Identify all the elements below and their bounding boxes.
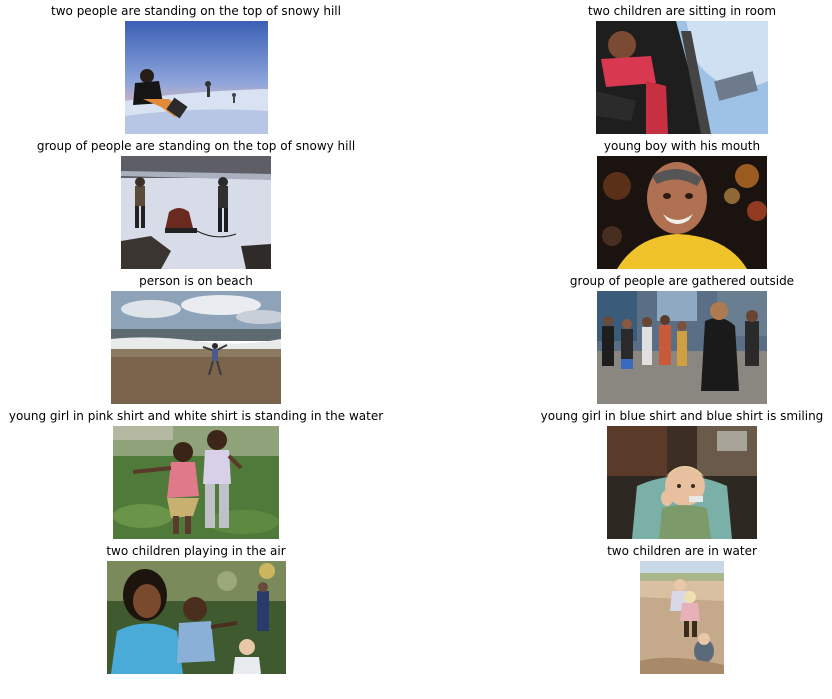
- photo-toddler: [607, 426, 757, 539]
- result-cell-6: group of people are gathered outside: [472, 274, 832, 404]
- photo-car-window: [596, 21, 768, 134]
- photo-city-crowd: [597, 291, 767, 404]
- result-cell-2: two children are sitting in room: [472, 4, 832, 134]
- image-caption: two people are standing on the top of sn…: [51, 4, 341, 18]
- photo-girls-on-grass: [113, 426, 279, 539]
- photo-snow-slope: [124, 21, 268, 134]
- photo-beach: [111, 291, 281, 404]
- image-caption: group of people are standing on the top …: [36, 139, 356, 153]
- photo-sandy-beach: [640, 561, 724, 674]
- result-cell-7: young girl in pink shirt and white shirt…: [0, 409, 396, 539]
- image-caption: group of people are gathered outside: [569, 274, 795, 288]
- result-cell-9: two children playing in the air: [0, 544, 396, 674]
- image-caption: young girl in blue shirt and blue shirt …: [540, 409, 824, 423]
- photo-smiling-man: [597, 156, 767, 269]
- result-cell-10: two children are in water: [472, 544, 832, 674]
- photo-park-family: [106, 561, 286, 674]
- image-caption: person is on beach: [139, 274, 253, 288]
- result-cell-3: group of people are standing on the top …: [0, 139, 396, 269]
- result-cell-8: young girl in blue shirt and blue shirt …: [472, 409, 832, 539]
- image-caption: two children are sitting in room: [587, 4, 777, 18]
- image-caption: two children playing in the air: [106, 544, 286, 558]
- result-cell-5: person is on beach: [0, 274, 396, 404]
- photo-snowy-field: [121, 156, 271, 269]
- image-caption: young girl in pink shirt and white shirt…: [8, 409, 384, 423]
- image-caption: young boy with his mouth: [603, 139, 761, 153]
- image-caption: two children are in water: [607, 544, 757, 558]
- result-cell-4: young boy with his mouth: [472, 139, 832, 269]
- result-cell-1: two people are standing on the top of sn…: [0, 4, 396, 134]
